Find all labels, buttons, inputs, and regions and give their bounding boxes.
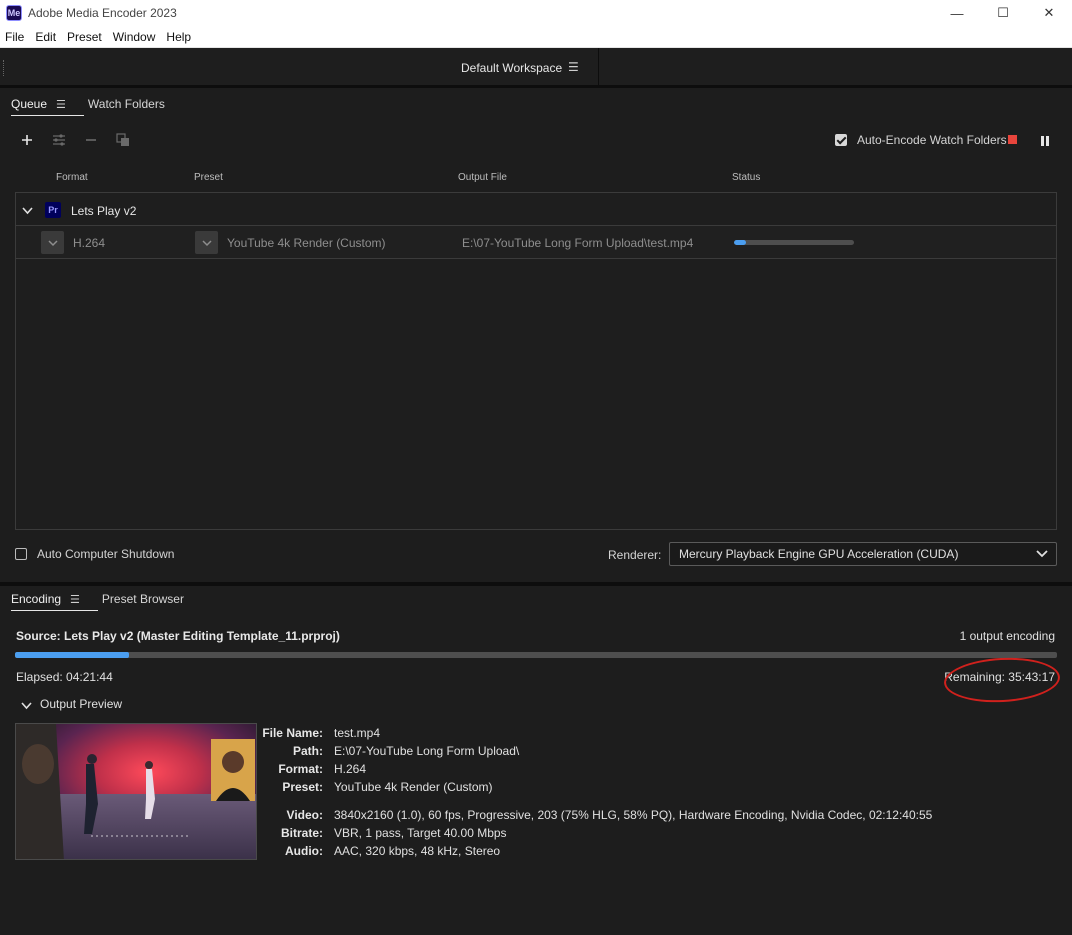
preset-dropdown-button[interactable]	[195, 231, 218, 254]
column-format[interactable]: Format	[56, 172, 88, 183]
menu-preset[interactable]: Preset	[62, 30, 108, 44]
window-controls: — ☐ ✕	[934, 0, 1072, 26]
tab-encoding-label: Encoding	[11, 592, 62, 606]
item-preset[interactable]: YouTube 4k Render (Custom)	[227, 236, 386, 250]
tab-preset-browser[interactable]: Preset Browser	[102, 592, 184, 606]
encoding-progress-fill	[15, 652, 129, 658]
queue-group-row[interactable]: Pr Lets Play v2	[16, 193, 1056, 226]
close-button[interactable]: ✕	[1026, 0, 1072, 26]
encoding-source: Source: Lets Play v2 (Master Editing Tem…	[16, 629, 340, 643]
format-value: H.264	[334, 762, 367, 776]
item-output-file[interactable]: E:\07-YouTube Long Form Upload\test.mp4	[462, 236, 693, 250]
encoding-panel-tabs: Encoding ☰ Preset Browser	[11, 585, 206, 613]
tab-encoding[interactable]: Encoding ☰	[11, 592, 98, 611]
hamburger-icon[interactable]: ☰	[56, 98, 66, 111]
pause-queue-button[interactable]	[1041, 135, 1049, 146]
audio-value: AAC, 320 kbps, 48 kHz, Stereo	[334, 844, 501, 858]
bitrate-label: Bitrate:	[280, 826, 323, 840]
tab-preset-browser-label: Preset Browser	[101, 592, 184, 606]
encoding-progress-bar	[15, 652, 1057, 658]
video-value: 3840x2160 (1.0), 60 fps, Progressive, 20…	[334, 808, 933, 822]
menu-file[interactable]: File	[0, 30, 30, 44]
window-title: Adobe Media Encoder 2023	[28, 6, 177, 20]
media-encoder-window: Me Adobe Media Encoder 2023 — ☐ ✕ File E…	[0, 0, 1072, 935]
format-dropdown-button[interactable]	[41, 231, 64, 254]
workspace-divider	[598, 48, 599, 88]
output-count: 1 output encoding	[959, 629, 1055, 643]
column-preset[interactable]: Preset	[194, 172, 223, 183]
renderer-label: Renderer:	[608, 548, 662, 562]
hamburger-icon[interactable]: ☰	[70, 593, 80, 606]
path-label: Path:	[293, 744, 323, 758]
premiere-project-icon: Pr	[45, 202, 61, 218]
file-name-label: File Name:	[262, 726, 323, 740]
elapsed-time: Elapsed: 04:21:44	[16, 670, 113, 684]
auto-shutdown-label: Auto Computer Shutdown	[37, 547, 175, 561]
chevron-down-icon	[47, 239, 58, 246]
audio-label: Audio:	[285, 844, 323, 858]
item-status-progress	[734, 240, 854, 245]
bitrate-value: VBR, 1 pass, Target 40.00 Mbps	[334, 826, 507, 840]
duplicate-icon[interactable]	[115, 132, 131, 148]
renderer-value: Mercury Playback Engine GPU Acceleration…	[679, 547, 959, 561]
column-output-file[interactable]: Output File	[458, 172, 507, 183]
hamburger-icon[interactable]: ☰	[568, 60, 579, 74]
chevron-down-icon[interactable]	[22, 204, 33, 218]
maximize-button[interactable]: ☐	[980, 0, 1026, 26]
group-name: Lets Play v2	[71, 204, 137, 218]
title-bar: Me Adobe Media Encoder 2023 — ☐ ✕	[0, 0, 1072, 26]
menu-bar: File Edit Preset Window Help	[0, 26, 1072, 48]
chevron-down-icon	[201, 239, 212, 246]
media-encoder-app-icon: Me	[6, 5, 22, 21]
workspace-label[interactable]: Default Workspace	[461, 61, 562, 75]
tab-watch-folders[interactable]: Watch Folders	[88, 97, 165, 111]
file-name-value: test.mp4	[334, 726, 381, 740]
tab-queue-label: Queue	[11, 97, 48, 111]
tab-watch-folders-label: Watch Folders	[87, 97, 165, 111]
sliders-icon[interactable]	[51, 132, 67, 148]
item-progress-fill	[734, 240, 746, 245]
renderer-select[interactable]: Mercury Playback Engine GPU Acceleration…	[669, 542, 1057, 566]
queue-item-row[interactable]: H.264 YouTube 4k Render (Custom) E:\07-Y…	[16, 226, 1056, 259]
preset-label: Preset:	[282, 780, 323, 794]
plus-icon[interactable]	[19, 132, 35, 148]
path-value: E:\07-YouTube Long Form Upload\	[334, 744, 520, 758]
queue-panel-tabs: Queue ☰ Watch Folders	[11, 90, 187, 118]
queue-list: Pr Lets Play v2 H.264 YouTube 4k Render …	[15, 192, 1057, 530]
format-label: Format:	[278, 762, 323, 776]
menu-window[interactable]: Window	[108, 30, 162, 44]
panel-grip-icon[interactable]	[3, 60, 5, 76]
auto-encode-label: Auto-Encode Watch Folders	[857, 133, 1007, 147]
auto-shutdown-checkbox[interactable]	[15, 548, 27, 560]
stop-queue-button[interactable]	[1008, 135, 1017, 144]
chevron-down-icon	[1036, 550, 1048, 558]
minus-icon[interactable]	[83, 132, 99, 148]
auto-encode-checkbox[interactable]	[835, 134, 847, 146]
menu-edit[interactable]: Edit	[30, 30, 62, 44]
item-format[interactable]: H.264	[73, 236, 105, 250]
menu-help[interactable]: Help	[161, 30, 197, 44]
preset-value: YouTube 4k Render (Custom)	[334, 780, 493, 794]
workspace-bar: Default Workspace ☰	[0, 48, 1072, 88]
column-status[interactable]: Status	[732, 172, 760, 183]
tab-queue[interactable]: Queue ☰	[11, 97, 84, 116]
output-preview-label[interactable]: Output Preview	[40, 697, 122, 711]
chevron-down-icon[interactable]	[21, 699, 32, 713]
video-label: Video:	[286, 808, 323, 822]
minimize-button[interactable]: —	[934, 0, 980, 26]
remaining-time: Remaining: 35:43:17	[944, 670, 1055, 684]
